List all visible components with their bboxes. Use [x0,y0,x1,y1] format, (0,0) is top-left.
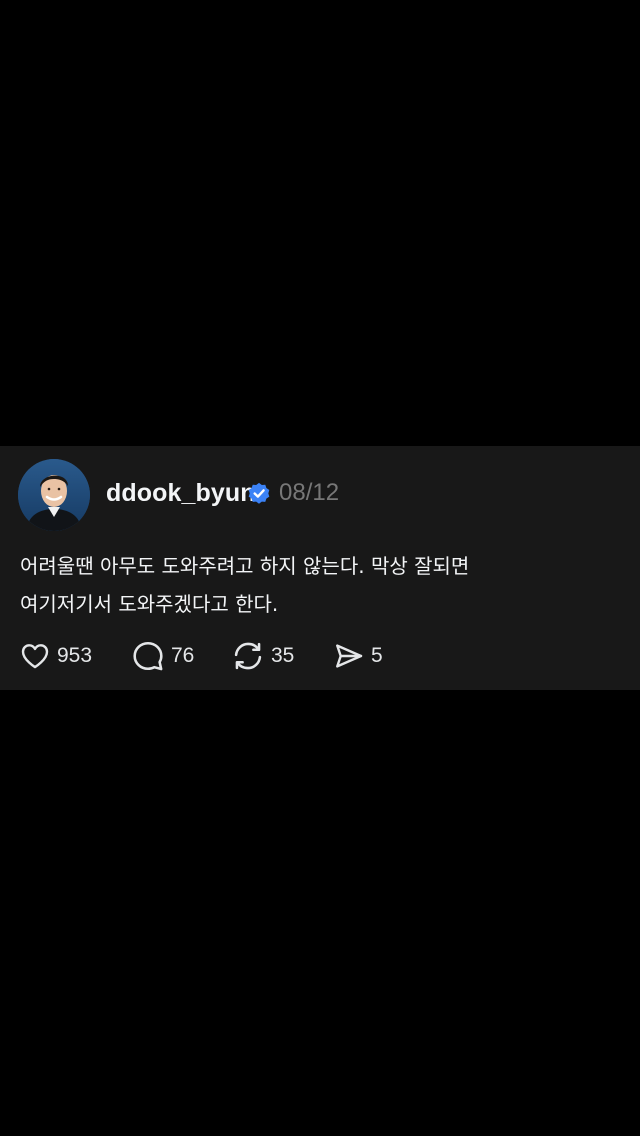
post-text-line: 여기저기서 도와주겠다고 한다. [20,592,279,616]
verified-badge-icon [248,482,270,504]
post-text: 어려울땐 아무도 도와주려고 하지 않는다. 막상 잘되면 여기저기서 도와주겠… [20,547,620,623]
post-text-line: 어려울땐 아무도 도와주려고 하지 않는다. 막상 잘되면 [20,554,470,578]
post-card[interactable]: ddook_byun 08/12 어려울땐 아무도 도와주려고 하지 않는다. … [0,446,640,690]
like-count: 953 [57,644,93,667]
action-bar: 953 76 35 5 [0,638,640,674]
share-button[interactable]: 5 [333,638,383,674]
paper-plane-icon [336,644,363,668]
avatar-photo [18,459,90,531]
post-date: 08/12 [279,479,340,506]
avatar[interactable] [18,459,90,531]
speech-bubble-icon [133,641,163,671]
username[interactable]: ddook_byun [106,478,256,508]
repost-button[interactable]: 35 [231,638,294,674]
like-button[interactable]: 953 [19,638,92,674]
heart-icon [21,644,49,669]
comment-button[interactable]: 76 [131,638,194,674]
share-count: 5 [371,644,383,667]
repost-count: 35 [271,644,295,667]
repost-arrows-icon [234,642,262,670]
comment-count: 76 [171,644,195,667]
